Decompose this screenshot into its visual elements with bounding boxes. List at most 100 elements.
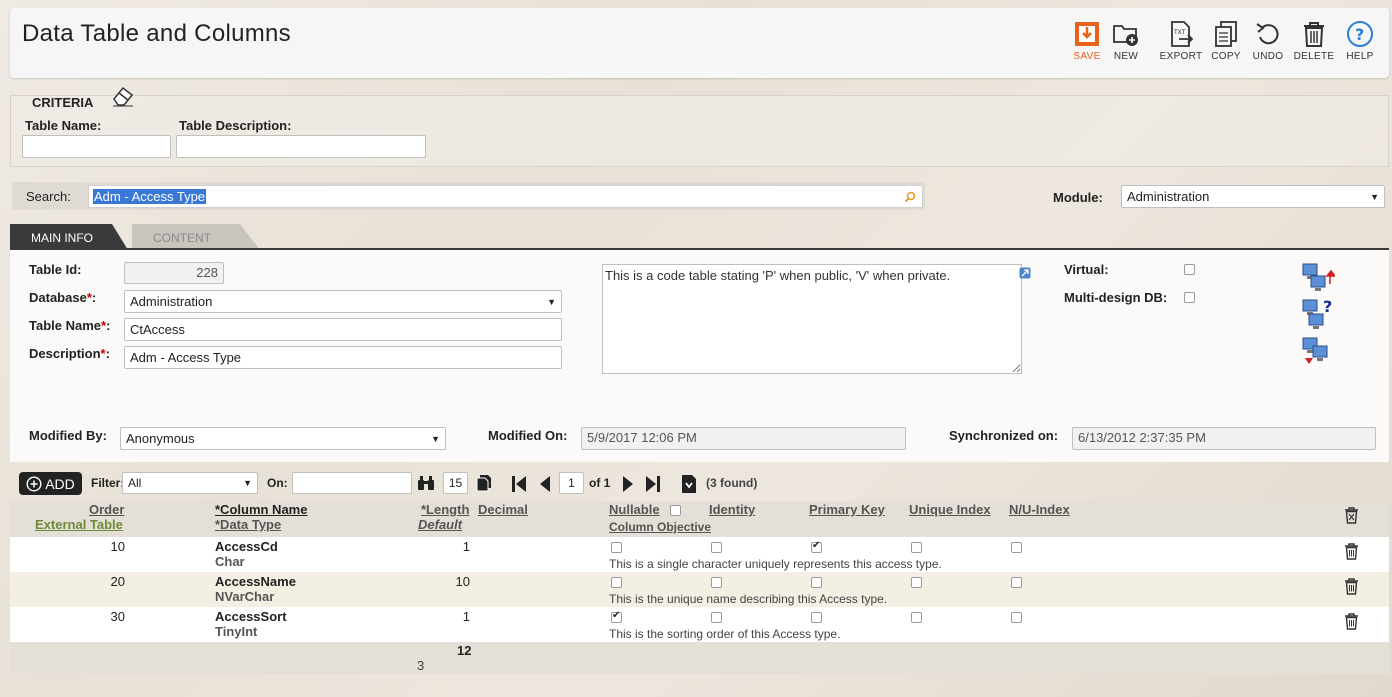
- header-length[interactable]: *Length: [421, 502, 469, 517]
- cell-data-type: Char: [215, 554, 245, 569]
- cell-length: 10: [455, 574, 470, 589]
- identity-checkbox[interactable]: [711, 542, 722, 553]
- delete-button[interactable]: DELETE: [1290, 20, 1338, 62]
- nu-index-checkbox[interactable]: [1011, 612, 1022, 623]
- cell-column-name: AccessName: [215, 574, 296, 589]
- on-input[interactable]: [292, 472, 412, 494]
- table-name-input[interactable]: [124, 318, 562, 341]
- modified-on-label: Modified On:: [488, 428, 568, 443]
- virtual-checkbox[interactable]: [1184, 264, 1195, 275]
- on-label: On:: [267, 476, 288, 490]
- tab-main-info[interactable]: MAIN INFO: [10, 224, 128, 250]
- nullable-select-all-checkbox[interactable]: [670, 505, 681, 516]
- add-column-button[interactable]: ADD: [19, 472, 82, 495]
- cell-data-type: TinyInt: [215, 624, 258, 639]
- delete-row-icon[interactable]: [1344, 578, 1359, 595]
- chevron-down-icon: ▼: [1370, 191, 1379, 202]
- footer-length-total: 12: [457, 643, 472, 658]
- delete-label: DELETE: [1293, 51, 1335, 62]
- undo-button[interactable]: UNDO: [1244, 20, 1292, 62]
- binoculars-icon[interactable]: [417, 475, 435, 491]
- delete-all-icon[interactable]: [1344, 507, 1359, 524]
- nullable-checkbox[interactable]: [611, 610, 622, 623]
- header-default[interactable]: Default: [418, 517, 462, 532]
- filter-value: All: [128, 476, 142, 490]
- header-order[interactable]: Order: [89, 502, 124, 517]
- filter-select[interactable]: All ▼: [122, 472, 258, 494]
- nullable-checkbox[interactable]: [611, 542, 622, 553]
- trash-icon: [1304, 22, 1324, 47]
- header-nullable[interactable]: Nullable: [609, 502, 660, 517]
- primary-key-checkbox[interactable]: [811, 612, 822, 623]
- unique-index-checkbox[interactable]: [911, 577, 922, 588]
- header-nu-index[interactable]: N/U-Index: [1009, 502, 1070, 517]
- nullable-checkbox[interactable]: [611, 577, 622, 588]
- header-column-name[interactable]: *Column Name: [215, 502, 307, 517]
- database-label: Database*:: [29, 290, 97, 305]
- copy-button[interactable]: COPY: [1202, 20, 1250, 62]
- export-label: EXPORT: [1159, 51, 1203, 62]
- header-external-table[interactable]: External Table: [35, 517, 123, 532]
- eraser-icon[interactable]: [111, 85, 135, 110]
- search-input[interactable]: Adm - Access Type: [88, 185, 923, 208]
- modified-by-label: Modified By:: [29, 428, 107, 443]
- delete-row-icon[interactable]: [1344, 613, 1359, 630]
- database-select[interactable]: Administration ▼: [124, 290, 562, 313]
- database-value: Administration: [130, 294, 213, 309]
- criteria-table-name-input[interactable]: [22, 135, 171, 158]
- description-input[interactable]: [124, 346, 562, 369]
- criteria-table-description-input[interactable]: [176, 135, 426, 158]
- last-page-icon[interactable]: [644, 475, 662, 493]
- identity-checkbox[interactable]: [711, 612, 722, 623]
- virtual-label: Virtual:: [1064, 262, 1109, 277]
- header-primary-key[interactable]: Primary Key: [809, 502, 885, 517]
- previous-page-icon[interactable]: [537, 475, 553, 493]
- export-grid-icon[interactable]: [681, 474, 697, 494]
- unique-index-checkbox[interactable]: [911, 612, 922, 623]
- tab-divider: [10, 248, 1389, 250]
- expand-icon[interactable]: [1019, 267, 1031, 279]
- cell-order: 10: [110, 539, 125, 554]
- synchronized-on-label: Synchronized on:: [949, 428, 1059, 443]
- nu-index-checkbox[interactable]: [1011, 542, 1022, 553]
- primary-key-checkbox[interactable]: [811, 540, 822, 553]
- unique-index-checkbox[interactable]: [911, 542, 922, 553]
- table-id-field: 228: [124, 262, 224, 284]
- criteria-title: CRITERIA: [32, 95, 94, 110]
- header-column-objective[interactable]: Column Objective: [609, 520, 711, 534]
- first-page-icon[interactable]: [510, 475, 528, 493]
- copy-rows-icon[interactable]: [475, 474, 493, 492]
- sync-down-icon[interactable]: [1301, 336, 1335, 368]
- new-button[interactable]: NEW: [1102, 20, 1150, 62]
- module-select[interactable]: Administration ▼: [1121, 185, 1385, 208]
- page-title: Data Table and Columns: [22, 20, 291, 47]
- tab-content[interactable]: CONTENT: [132, 224, 260, 250]
- header-unique-index[interactable]: Unique Index: [909, 502, 991, 517]
- header-decimal[interactable]: Decimal: [478, 502, 528, 517]
- next-page-icon[interactable]: [620, 475, 636, 493]
- help-button[interactable]: ? HELP: [1336, 20, 1384, 62]
- delete-row-icon[interactable]: [1344, 543, 1359, 560]
- table-id-label: Table Id:: [29, 262, 82, 277]
- grid-footer: [10, 642, 1389, 674]
- export-button[interactable]: TXT EXPORT: [1157, 20, 1205, 62]
- sync-up-icon[interactable]: [1301, 262, 1335, 292]
- primary-key-checkbox[interactable]: [811, 577, 822, 588]
- nu-index-checkbox[interactable]: [1011, 577, 1022, 588]
- page-number-field[interactable]: 1: [559, 472, 584, 494]
- page-size-field[interactable]: 15: [443, 472, 468, 494]
- chevron-down-icon: ▼: [431, 433, 440, 444]
- identity-checkbox[interactable]: [711, 577, 722, 588]
- compare-question-icon[interactable]: ?: [1301, 298, 1335, 330]
- criteria-table-name-label: Table Name:: [25, 118, 102, 133]
- page-count-label: of 1: [589, 476, 611, 490]
- header-identity[interactable]: Identity: [709, 502, 755, 517]
- search-value: Adm - Access Type: [93, 189, 207, 204]
- notes-textarea[interactable]: This is a code table stating 'P' when pu…: [602, 264, 1022, 374]
- add-label: ADD: [45, 475, 75, 492]
- plus-circle-icon: [26, 475, 42, 492]
- modified-by-select[interactable]: Anonymous ▼: [120, 427, 446, 450]
- multi-design-checkbox[interactable]: [1184, 292, 1195, 303]
- magnifier-icon[interactable]: [904, 191, 916, 203]
- header-data-type[interactable]: *Data Type: [215, 517, 281, 532]
